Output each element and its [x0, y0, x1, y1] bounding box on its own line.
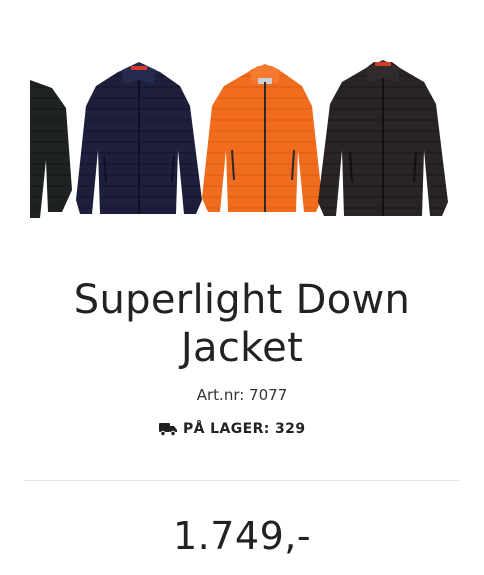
- truck-icon: [159, 422, 177, 437]
- product-title-line1: Superlight Down: [73, 277, 411, 323]
- jacket-photo: [30, 60, 448, 218]
- jacket-black: [318, 60, 448, 216]
- product-title: Superlight Down Jacket: [0, 276, 484, 372]
- jacket-navy: [76, 62, 202, 214]
- divider: [24, 480, 460, 481]
- product-image-gallery[interactable]: [0, 0, 484, 250]
- stock-label: PÅ LAGER: 329: [183, 421, 306, 437]
- product-price: 1.749,-: [172, 514, 312, 558]
- article-number: Art.nr: 7077: [196, 386, 288, 404]
- jacket-orange: [202, 64, 322, 212]
- product-title-line2: Jacket: [180, 325, 304, 371]
- stock-status: PÅ LAGER: 329: [159, 421, 305, 437]
- jacket-black-partial: [30, 80, 72, 218]
